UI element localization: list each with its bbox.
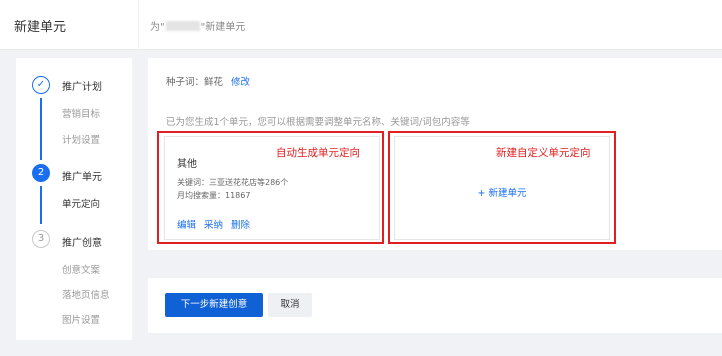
step-creative-copy[interactable]: 创意文案 <box>62 262 100 276</box>
annotation-custom-label: 新建自定义单元定向 <box>496 147 591 159</box>
step-navigator: ✓ 推广计划 营销目标 计划设置 2 推广单元 单元定向 3 推广创意 创意文案… <box>16 58 132 340</box>
cancel-button[interactable]: 取消 <box>268 293 312 317</box>
step-done-check-icon: ✓ <box>32 76 50 94</box>
step-number-2: 2 <box>32 164 50 182</box>
breadcrumb-suffix: "新建单元 <box>200 22 246 33</box>
header-divider <box>138 0 139 50</box>
step-marketing-goal[interactable]: 营销目标 <box>62 106 100 120</box>
step-unit-targeting[interactable]: 单元定向 <box>62 196 100 210</box>
generation-hint: 已为您生成1个单元，您可以根据需要调整单元名称、关键词/词包内容等 <box>166 117 470 128</box>
step-promotion-plan[interactable]: 推广计划 <box>62 78 102 93</box>
step-image-settings[interactable]: 图片设置 <box>62 312 100 326</box>
footer-bar: 下一步新建创意 取消 <box>148 278 722 333</box>
step-promotion-creative[interactable]: 推广创意 <box>62 234 102 249</box>
breadcrumb: 为" "新建单元 <box>150 18 245 33</box>
seed-edit-link[interactable]: 修改 <box>231 77 250 88</box>
step-progress-line <box>40 186 42 224</box>
step-plan-settings[interactable]: 计划设置 <box>62 132 100 146</box>
seed-word-label: 种子词：鲜花 <box>166 77 224 88</box>
top-bar: 新建单元 为" "新建单元 <box>0 0 722 50</box>
breadcrumb-prefix: 为" <box>150 22 165 33</box>
step-progress-line <box>40 98 42 160</box>
step-number-3: 3 <box>32 230 50 248</box>
seed-word-row: 种子词：鲜花 修改 <box>166 74 250 88</box>
page-title: 新建单元 <box>14 20 67 35</box>
annotation-auto-label: 自动生成单元定向 <box>276 147 360 159</box>
step-landing-page-info[interactable]: 落地页信息 <box>62 287 110 301</box>
step-promotion-unit[interactable]: 推广单元 <box>62 168 102 183</box>
next-create-creative-button[interactable]: 下一步新建创意 <box>165 293 263 317</box>
redacted-plan-name <box>165 21 200 31</box>
